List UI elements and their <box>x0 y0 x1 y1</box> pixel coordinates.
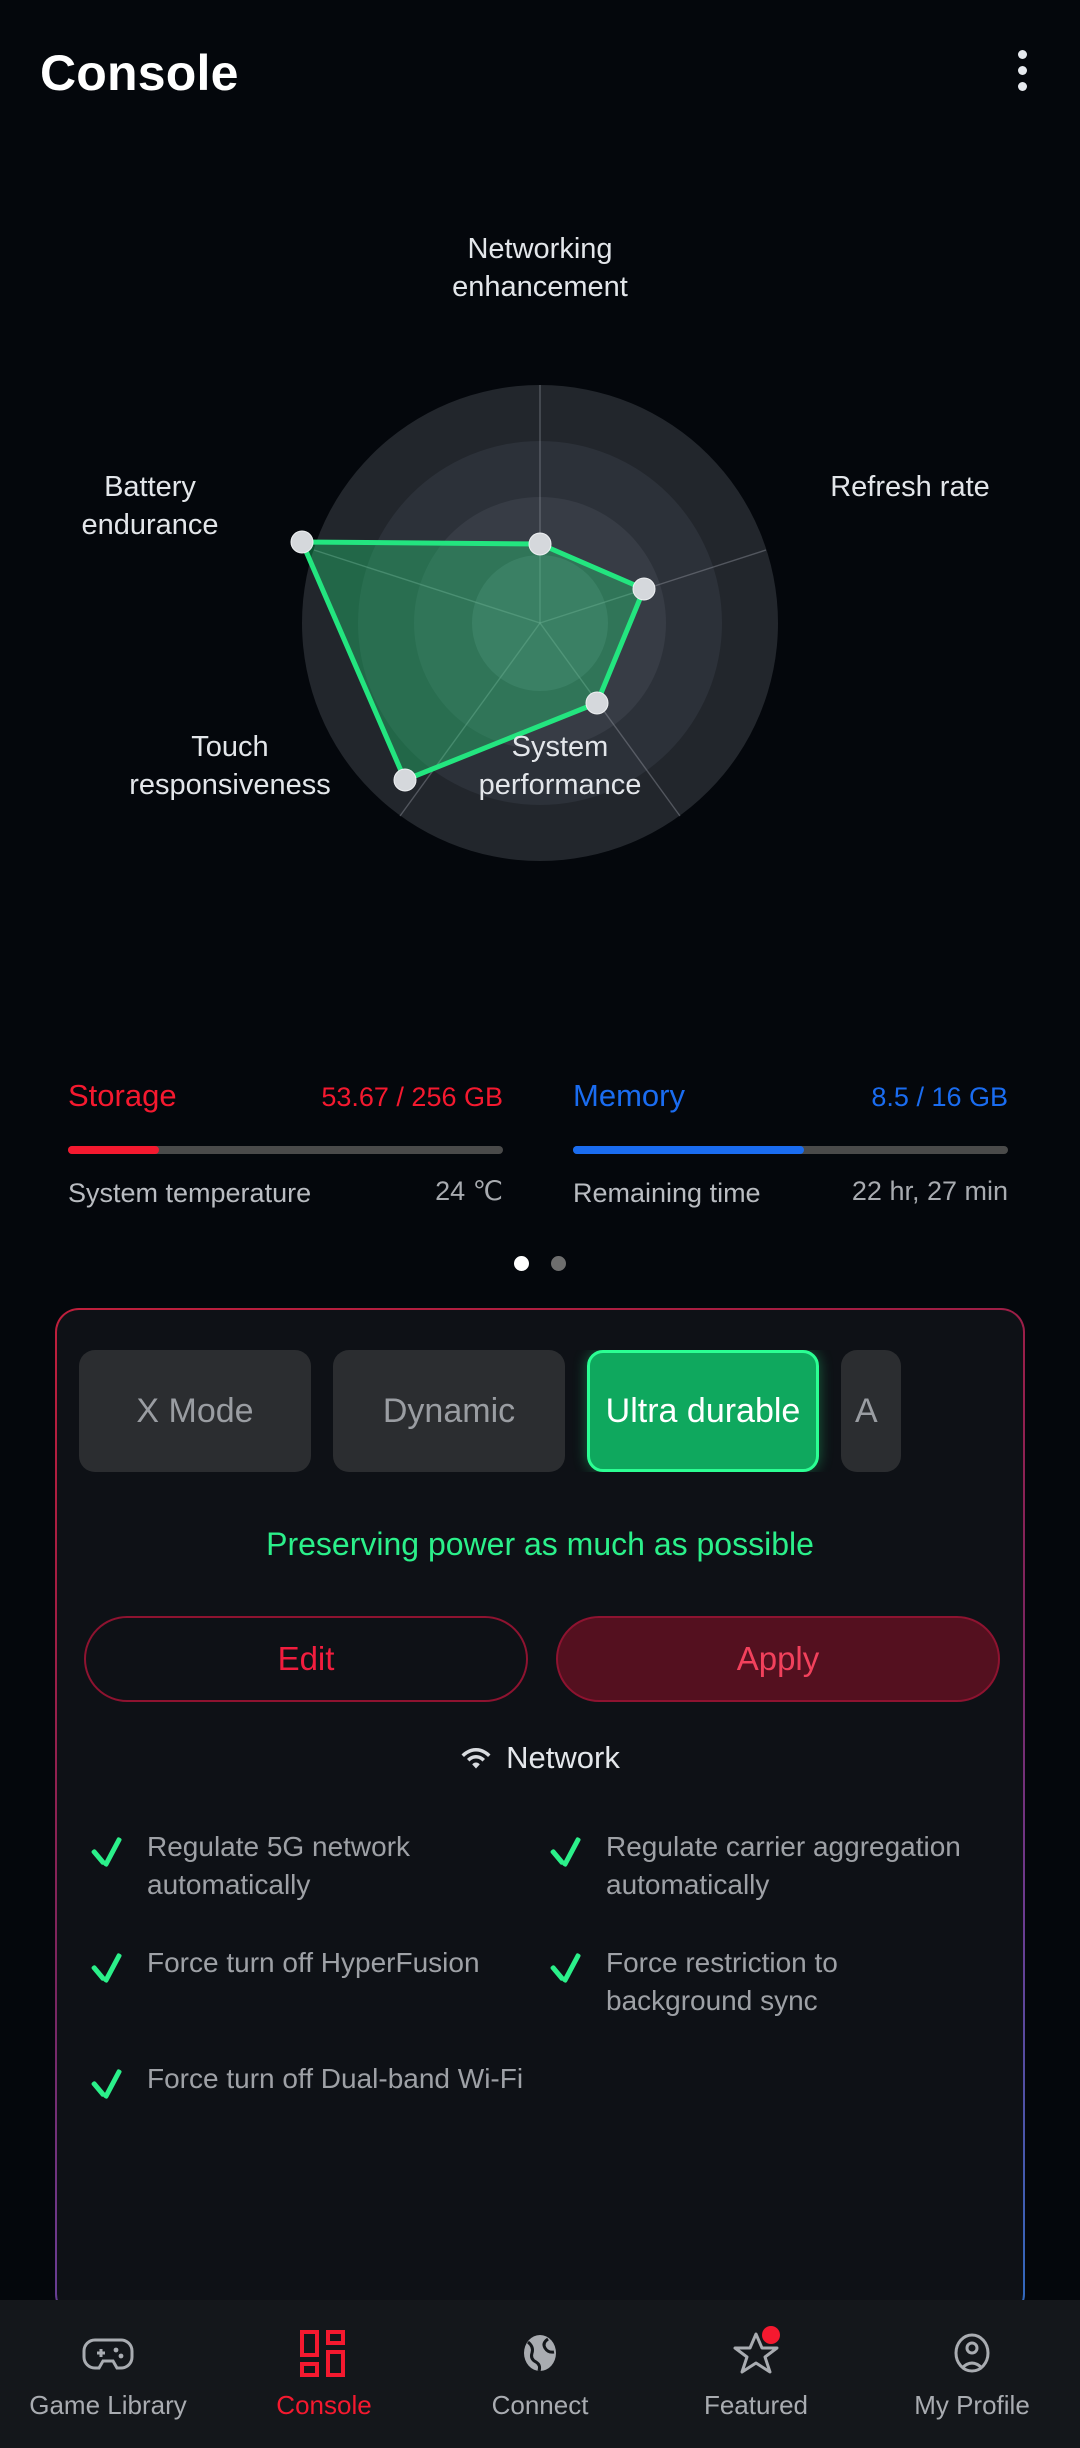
memory-progress-fill <box>573 1146 804 1154</box>
network-section-title: Network <box>506 1740 620 1775</box>
checklist-item[interactable]: Force restriction to background sync <box>542 1936 1001 2040</box>
profile-icon <box>946 2328 998 2378</box>
system-temperature-row: System temperature 24 ℃ <box>68 1168 503 1238</box>
star-icon <box>730 2325 782 2378</box>
nav-item-connect[interactable]: Connect <box>432 2300 648 2448</box>
apply-button-label: Apply <box>736 1640 820 1677</box>
check-icon <box>550 1950 584 1994</box>
storage-label: Storage <box>68 1078 177 1113</box>
check-icon <box>91 1950 125 1994</box>
network-checklist: Regulate 5G network automatically Regula… <box>83 1820 1001 2168</box>
mode-actions: Edit Apply <box>84 1616 1000 1702</box>
edit-button[interactable]: Edit <box>84 1616 528 1702</box>
grid-icon <box>298 2328 350 2378</box>
remaining-time-value: 22 hr, 27 min <box>851 1176 1008 1206</box>
storage-header: Storage 53.67 / 256 GB <box>68 1078 503 1124</box>
nav-label: My Profile <box>914 2389 1030 2420</box>
gamepad-icon <box>82 2328 134 2378</box>
storage-value: 53.67 / 256 GB <box>321 1082 503 1112</box>
bottom-navigation: Game Library Console Connect Featured My… <box>0 2300 1080 2448</box>
pager-dot-1[interactable] <box>513 1256 529 1272</box>
radar-label-touch-responsiveness: Touch responsiveness <box>129 731 331 801</box>
check-icon <box>550 1834 584 1878</box>
system-stats: Storage 53.67 / 256 GB System temperatur… <box>0 1078 1080 1278</box>
checklist-item[interactable]: Regulate 5G network automatically <box>83 1820 542 1924</box>
radar-label-refresh-rate: Refresh rate <box>830 471 990 503</box>
wifi-icon <box>461 1748 491 1769</box>
mode-chip-ultra-durable[interactable]: Ultra durable <box>587 1350 819 1472</box>
performance-radar-chart: Networking enhancement Refresh rate Syst… <box>0 148 1080 988</box>
remaining-time-label: Remaining time <box>573 1178 761 1208</box>
apply-button[interactable]: Apply <box>556 1616 1000 1702</box>
storage-progress-fill <box>68 1146 160 1154</box>
checklist-item-label: Force restriction to background sync <box>606 1947 838 2016</box>
checklist-item-label: Regulate carrier aggregation automatical… <box>606 1831 961 1900</box>
kebab-dot <box>1017 66 1027 75</box>
kebab-dot <box>1017 50 1027 59</box>
storage-stat[interactable]: Storage 53.67 / 256 GB System temperatur… <box>68 1078 503 1208</box>
grid-cell <box>326 2349 345 2377</box>
mode-chip-label: Ultra durable <box>605 1391 801 1430</box>
mode-chip-carousel[interactable]: X Mode Dynamic Ultra durable A <box>79 1350 1023 1472</box>
memory-stat[interactable]: Memory 8.5 / 16 GB Remaining time 22 hr,… <box>573 1078 1008 1208</box>
memory-label: Memory <box>573 1078 685 1113</box>
nav-item-game-library[interactable]: Game Library <box>0 2300 216 2448</box>
nav-label: Featured <box>703 2389 809 2420</box>
nav-label: Console <box>276 2389 372 2420</box>
memory-value: 8.5 / 16 GB <box>871 1082 1008 1112</box>
nav-item-console[interactable]: Console <box>216 2300 432 2448</box>
network-section-header: Network <box>57 1740 1023 1776</box>
notification-badge <box>762 2325 780 2344</box>
carousel-pager[interactable] <box>0 1255 1080 1273</box>
pager-dot-2[interactable] <box>551 1256 567 1272</box>
globe-icon <box>514 2328 566 2378</box>
grid-cell <box>300 2361 319 2377</box>
check-icon <box>91 2066 125 2110</box>
checklist-item[interactable]: Regulate carrier aggregation automatical… <box>542 1820 1001 1924</box>
overflow-menu-icon[interactable] <box>1002 50 1042 98</box>
mode-chip-x-mode[interactable]: X Mode <box>79 1350 311 1472</box>
checklist-item-label: Force turn off Dual-band Wi-Fi <box>147 2063 524 2094</box>
nav-item-my-profile[interactable]: My Profile <box>864 2300 1080 2448</box>
mode-chip-dynamic[interactable]: Dynamic <box>333 1350 565 1472</box>
mode-panel-inner: X Mode Dynamic Ultra durable A Preservin… <box>57 1310 1023 2316</box>
mode-chip-label: X Mode <box>136 1391 254 1430</box>
system-temperature-label: System temperature <box>68 1178 312 1208</box>
grid-cell <box>300 2329 319 2357</box>
radar-label-battery-endurance: Battery endurance <box>81 471 219 541</box>
grid-cell <box>326 2329 345 2345</box>
nav-item-featured[interactable]: Featured <box>648 2300 864 2448</box>
checklist-item-label: Regulate 5G network automatically <box>147 1831 411 1900</box>
mode-chip-label: Dynamic <box>382 1391 516 1430</box>
checklist-item[interactable]: Force turn off Dual-band Wi-Fi <box>83 2052 542 2156</box>
checklist-item[interactable]: Force turn off HyperFusion <box>83 1936 542 2040</box>
mode-chip-next[interactable]: A <box>841 1350 901 1472</box>
mode-panel: X Mode Dynamic Ultra durable A Preservin… <box>55 1308 1025 2318</box>
edit-button-label: Edit <box>277 1640 335 1677</box>
nav-label: Connect <box>491 2389 589 2420</box>
check-icon <box>91 1834 125 1878</box>
mode-chip-label: A <box>855 1391 878 1430</box>
storage-progress-track <box>68 1146 503 1154</box>
radar-label-networking: Networking enhancement <box>452 233 628 303</box>
kebab-dot <box>1017 82 1027 91</box>
memory-header: Memory 8.5 / 16 GB <box>573 1078 1008 1124</box>
mode-tagline: Preserving power as much as possible <box>266 1526 814 1562</box>
memory-progress-track <box>573 1146 1008 1154</box>
system-temperature-value: 24 ℃ <box>435 1176 503 1206</box>
nav-label: Game Library <box>29 2389 187 2420</box>
checklist-item-label: Force turn off HyperFusion <box>147 1947 480 1978</box>
app-header: Console <box>0 0 1080 148</box>
page-title: Console <box>40 45 239 101</box>
remaining-time-row: Remaining time 22 hr, 27 min <box>573 1168 1008 1238</box>
